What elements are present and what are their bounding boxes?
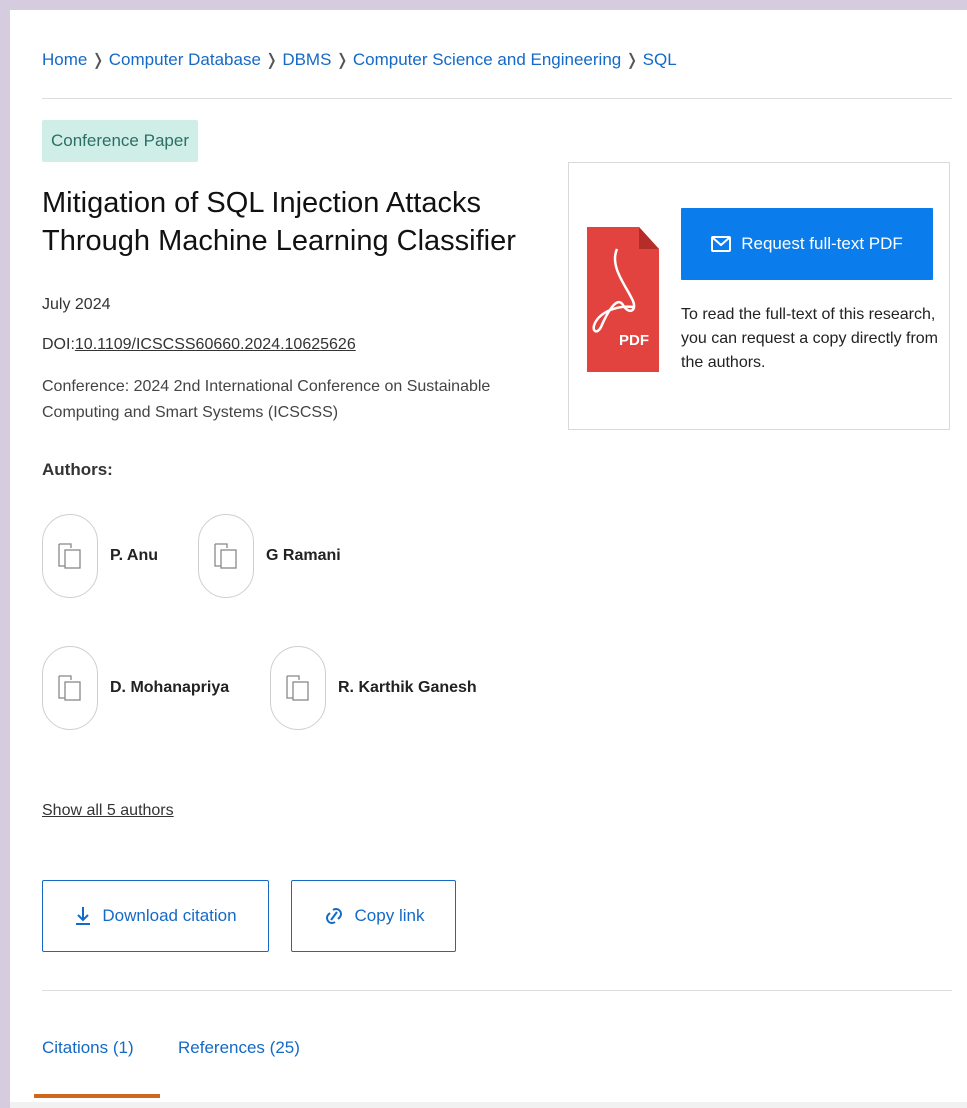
authors-label: Authors: (42, 460, 113, 479)
chevron-right-icon: ❭ (625, 52, 639, 69)
download-icon (76, 907, 91, 925)
publication-page: Home ❭ Computer Database ❭ DBMS ❭ Comput… (10, 10, 967, 1108)
author-placeholder-icon (42, 646, 98, 730)
tab-references[interactable]: References (25) (178, 1038, 300, 1058)
author-item[interactable]: D. Mohanapriya (42, 646, 229, 730)
mail-icon (711, 236, 732, 252)
author-placeholder-icon (42, 514, 98, 598)
author-name[interactable]: G Ramani (266, 547, 341, 565)
author-item[interactable]: P. Anu (42, 514, 158, 598)
request-full-text-button[interactable]: Request full-text PDF (681, 208, 933, 280)
breadcrumb-dbms[interactable]: DBMS (282, 50, 331, 70)
copy-link-button[interactable]: Copy link (291, 880, 456, 952)
request-full-text-label: Request full-text PDF (741, 234, 903, 253)
doi-prefix: DOI: (42, 336, 75, 353)
publication-title: Mitigation of SQL Injection Attacks Thro… (42, 187, 516, 257)
chevron-right-icon: ❭ (91, 52, 105, 69)
doi-link[interactable]: 10.1109/ICSCSS60660.2024.10625626 (75, 336, 356, 353)
author-name[interactable]: P. Anu (110, 547, 158, 565)
author-name[interactable]: D. Mohanapriya (110, 679, 229, 697)
publication-date: July 2024 (42, 296, 111, 313)
divider (10, 1102, 967, 1108)
tab-citations[interactable]: Citations (1) (42, 1038, 134, 1058)
breadcrumb-sql[interactable]: SQL (643, 50, 677, 70)
author-name[interactable]: R. Karthik Ganesh (338, 679, 477, 697)
download-citation-button[interactable]: Download citation (42, 880, 269, 952)
author-item[interactable]: R. Karthik Ganesh (270, 646, 477, 730)
breadcrumb: Home ❭ Computer Database ❭ DBMS ❭ Comput… (42, 50, 677, 70)
doi-line: DOI:10.1109/ICSCSS60660.2024.10625626 (42, 336, 356, 354)
link-icon (325, 908, 342, 924)
breadcrumb-cse[interactable]: Computer Science and Engineering (353, 50, 621, 70)
breadcrumb-computer-database[interactable]: Computer Database (109, 50, 261, 70)
pdf-icon-label: PDF (619, 332, 649, 349)
divider (42, 98, 952, 99)
show-all-authors-link[interactable]: Show all 5 authors (42, 802, 174, 820)
copy-link-label: Copy link (354, 906, 425, 925)
breadcrumb-home[interactable]: Home (42, 50, 87, 70)
author-placeholder-icon (270, 646, 326, 730)
full-text-request-panel: PDF Request full-text PDF To read the fu… (568, 162, 950, 430)
active-tab-indicator (34, 1094, 160, 1098)
download-citation-label: Download citation (102, 906, 237, 925)
author-placeholder-icon (198, 514, 254, 598)
author-item[interactable]: G Ramani (198, 514, 341, 598)
chevron-right-icon: ❭ (264, 52, 279, 69)
request-description: To read the full-text of this research, … (681, 306, 939, 371)
conference-info: Conference: 2024 2nd International Confe… (42, 378, 491, 421)
pdf-file-icon: PDF (587, 227, 659, 377)
publication-type-badge: Conference Paper (42, 120, 198, 162)
chevron-right-icon: ❭ (335, 52, 349, 69)
divider (42, 990, 952, 991)
